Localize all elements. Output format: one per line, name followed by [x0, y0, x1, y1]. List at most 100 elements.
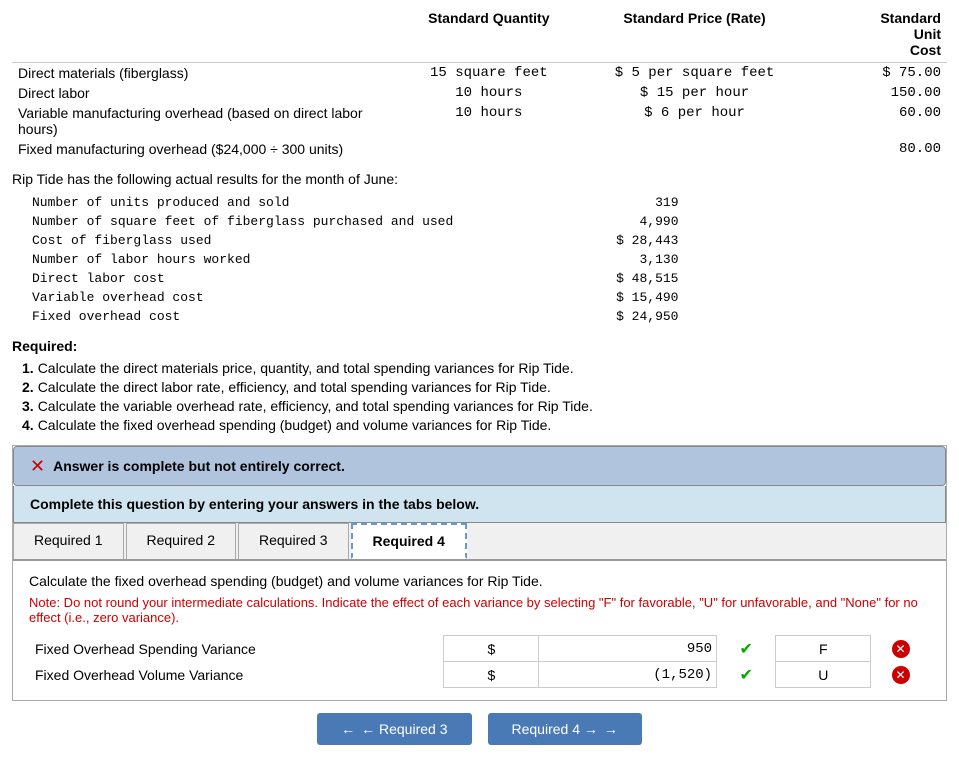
list-item: 1.Calculate the direct materials price, …: [22, 360, 947, 376]
actual-label: Cost of fiberglass used: [28, 231, 519, 250]
actual-label: Number of labor hours worked: [28, 250, 519, 269]
cost-header: StandardUnitCost: [797, 8, 947, 63]
actual-label: Direct labor cost: [28, 269, 519, 288]
actual-results-intro: Rip Tide has the following actual result…: [12, 171, 947, 187]
required-list: 1.Calculate the direct materials price, …: [12, 360, 947, 433]
tab-required-4[interactable]: Required 4: [351, 523, 467, 559]
item-cost: 150.00: [797, 83, 947, 103]
item-quantity: 10 hours: [386, 103, 592, 139]
item-cost: 80.00: [797, 139, 947, 159]
variance-label: Fixed Overhead Volume Variance: [29, 662, 444, 688]
actual-row: Variable overhead cost $ 15,490: [28, 288, 683, 307]
error-icon: ✕: [892, 666, 910, 684]
dollar-sign: $: [444, 662, 539, 688]
actual-row: Number of units produced and sold 319: [28, 193, 683, 212]
check-icon: ✔: [740, 667, 753, 684]
page-wrapper: Standard Quantity Standard Price (Rate) …: [0, 0, 959, 753]
item-label: Variable manufacturing overhead (based o…: [12, 103, 386, 139]
item-price: $ 5 per square feet: [592, 63, 798, 84]
item-label: Direct labor: [12, 83, 386, 103]
error-icon: ✕: [892, 640, 910, 658]
error-icon: ✕: [30, 457, 45, 475]
actual-value: 3,130: [519, 250, 683, 269]
actual-row: Cost of fiberglass used $ 28,443: [28, 231, 683, 250]
next-button[interactable]: Required 4 → →: [488, 713, 642, 745]
standard-cost-table: Standard Quantity Standard Price (Rate) …: [12, 8, 947, 159]
table-row: Variable manufacturing overhead (based o…: [12, 103, 947, 139]
complete-box: Complete this question by entering your …: [13, 486, 946, 523]
tab4-note: Note: Do not round your intermediate cal…: [29, 595, 930, 625]
item-price: [592, 139, 798, 159]
tab4-description: Calculate the fixed overhead spending (b…: [29, 573, 930, 589]
actual-value: 319: [519, 193, 683, 212]
tab-required-2[interactable]: Required 2: [126, 523, 237, 559]
item-label: Direct materials (fiberglass): [12, 63, 386, 84]
next-button-label: Required 4 →: [512, 721, 598, 737]
list-item: 4.Calculate the fixed overhead spending …: [22, 417, 947, 433]
price-header: Standard Price (Rate): [592, 8, 798, 63]
actual-value: $ 15,490: [519, 288, 683, 307]
table-row: Direct labor 10 hours $ 15 per hour 150.…: [12, 83, 947, 103]
dollar-sign: $: [444, 636, 539, 662]
actual-label: Variable overhead cost: [28, 288, 519, 307]
req-number: 2.: [22, 379, 34, 395]
actual-results-table: Number of units produced and sold 319 Nu…: [28, 193, 683, 326]
variance-table: Fixed Overhead Spending Variance $ 950 ✔…: [29, 635, 930, 688]
desc-header: [12, 8, 386, 63]
actual-row: Fixed overhead cost $ 24,950: [28, 307, 683, 326]
req-text: Calculate the direct labor rate, efficie…: [38, 379, 551, 395]
actual-row: Direct labor cost $ 48,515: [28, 269, 683, 288]
variance-value: (1,520): [539, 662, 717, 688]
item-quantity: 10 hours: [386, 83, 592, 103]
table-row: Fixed manufacturing overhead ($24,000 ÷ …: [12, 139, 947, 159]
req-text: Calculate the direct materials price, qu…: [38, 360, 574, 376]
qty-header: Standard Quantity: [386, 8, 592, 63]
next-arrow-icon: →: [604, 721, 618, 737]
answer-banner-text: Answer is complete but not entirely corr…: [53, 458, 345, 474]
item-price: $ 15 per hour: [592, 83, 798, 103]
tab-required-1[interactable]: Required 1: [13, 523, 124, 559]
item-label: Fixed manufacturing overhead ($24,000 ÷ …: [12, 139, 386, 159]
variance-label: Fixed Overhead Spending Variance: [29, 636, 444, 662]
item-cost: 60.00: [797, 103, 947, 139]
list-item: 3.Calculate the variable overhead rate, …: [22, 398, 947, 414]
actual-row: Number of labor hours worked 3,130: [28, 250, 683, 269]
table-row: Direct materials (fiberglass) 15 square …: [12, 63, 947, 84]
req-number: 3.: [22, 398, 34, 414]
req-number: 1.: [22, 360, 34, 376]
tab-required-3[interactable]: Required 3: [238, 523, 349, 559]
tab-content: Calculate the fixed overhead spending (b…: [13, 561, 946, 700]
item-quantity: [386, 139, 592, 159]
actual-value: $ 28,443: [519, 231, 683, 250]
letter-error-cell: ✕: [871, 636, 930, 662]
answer-banner: ✕ Answer is complete but not entirely co…: [13, 446, 946, 486]
letter-error-cell: ✕: [871, 662, 930, 688]
req-number: 4.: [22, 417, 34, 433]
actual-value: $ 24,950: [519, 307, 683, 326]
table-header-row: Standard Quantity Standard Price (Rate) …: [12, 8, 947, 63]
value-check-cell: ✔: [717, 636, 776, 662]
complete-box-text: Complete this question by entering your …: [30, 496, 479, 512]
item-quantity: 15 square feet: [386, 63, 592, 84]
item-cost: $ 75.00: [797, 63, 947, 84]
variance-row: Fixed Overhead Volume Variance $ (1,520)…: [29, 662, 930, 688]
value-check-cell: ✔: [717, 662, 776, 688]
req-text: Calculate the variable overhead rate, ef…: [38, 398, 593, 414]
actual-value: 4,990: [519, 212, 683, 231]
variance-row: Fixed Overhead Spending Variance $ 950 ✔…: [29, 636, 930, 662]
actual-label: Fixed overhead cost: [28, 307, 519, 326]
prev-button[interactable]: ← ← Required 3: [317, 713, 471, 745]
actual-label: Number of square feet of fiberglass purc…: [28, 212, 519, 231]
variance-value: 950: [539, 636, 717, 662]
prev-arrow-icon: ←: [341, 721, 355, 737]
actual-row: Number of square feet of fiberglass purc…: [28, 212, 683, 231]
actual-value: $ 48,515: [519, 269, 683, 288]
actual-label: Number of units produced and sold: [28, 193, 519, 212]
req-text: Calculate the fixed overhead spending (b…: [38, 417, 552, 433]
item-price: $ 6 per hour: [592, 103, 798, 139]
nav-buttons: ← ← Required 3 Required 4 → →: [12, 713, 947, 745]
required-heading: Required:: [12, 338, 947, 354]
list-item: 2.Calculate the direct labor rate, effic…: [22, 379, 947, 395]
prev-button-label: ← Required 3: [361, 721, 447, 737]
variance-letter: U: [776, 662, 871, 688]
